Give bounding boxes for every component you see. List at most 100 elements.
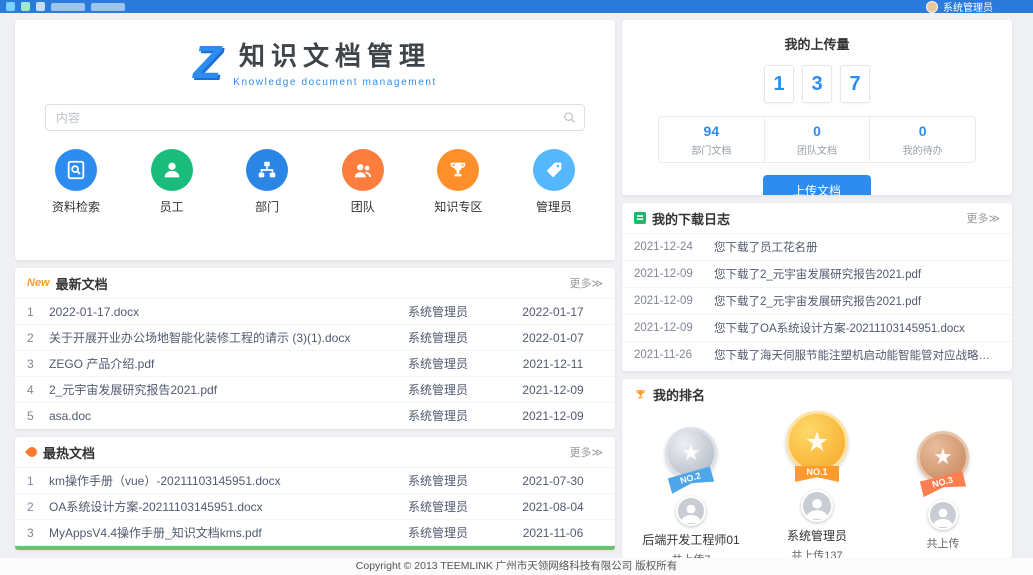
log-text: 您下载了海天伺服节能注塑机启动能智能管对应战略分析.xls [714, 347, 1000, 363]
table-row[interactable]: 1 2022-01-17.docx 系统管理员 2022-01-17 [15, 298, 615, 324]
stat-value: 94 [659, 123, 764, 139]
row-index: 3 [27, 526, 49, 540]
right-column: 我的上传量 1 3 7 94 部门文档 0 团队文档 0 我的待办 [622, 20, 1012, 558]
doc-name[interactable]: asa.doc [49, 409, 373, 423]
trophy-icon [634, 388, 647, 401]
doc-name[interactable]: 2022-01-17.docx [49, 305, 373, 319]
doc-name[interactable]: 2_元宇宙发展研究报告2021.pdf [49, 381, 373, 398]
stat-value: 0 [870, 123, 975, 139]
doc-date: 2022-01-17 [503, 305, 603, 319]
page-title: 知识文档管理 [233, 36, 437, 73]
table-row[interactable]: 2 OA系统设计方案-20211103145951.docx 系统管理员 202… [15, 493, 615, 519]
log-row: 2021-12-24 您下载了员工花名册 [622, 233, 1012, 260]
star-icon: ★ [933, 444, 953, 470]
search-bar [45, 104, 585, 131]
log-text: 您下载了2_元宇宙发展研究报告2021.pdf [714, 266, 1000, 282]
row-index: 1 [27, 305, 49, 319]
quick-nav-team[interactable]: 团队 [330, 149, 396, 215]
avatar [676, 496, 706, 526]
download-log-more-link[interactable]: 更多≫ [966, 210, 1000, 226]
doc-date: 2021-12-09 [503, 383, 603, 397]
table-row[interactable]: 3 ZEGO 产品介绍.pdf 系统管理员 2021-12-11 [15, 350, 615, 376]
doc-name[interactable]: 关于开展开业办公场地智能化装修工程的请示 (3)(1).docx [49, 329, 373, 346]
main-content: Z 知识文档管理 Knowledge document management 资… [0, 13, 1033, 558]
table-row-highlighted[interactable]: 4 2_元宇宙发展研究报告2021.pdf 系统管理员 2021-12-09 [15, 545, 615, 550]
log-row: 2021-12-09 您下载了OA系统设计方案-20211103145951.d… [622, 314, 1012, 341]
rank-entry-no2: ★ NO.2 后端开发工程师01 共上传7 [632, 427, 750, 558]
topbar-app-icon-2[interactable] [21, 2, 30, 11]
latest-docs-title: 最新文档 [56, 274, 108, 293]
rank-user-name: 系统管理员 [758, 527, 876, 544]
quick-nav-admin[interactable]: 管理员 [521, 149, 587, 215]
quick-nav-knowledge-zone[interactable]: 知识专区 [425, 149, 491, 215]
rank-upload-count: 共上传7 [632, 551, 750, 558]
table-row[interactable]: 1 km操作手册（vue）-20211103145951.docx 系统管理员 … [15, 467, 615, 493]
doc-name[interactable]: OA系统设计方案-20211103145951.docx [49, 498, 373, 515]
doc-date: 2021-07-30 [503, 474, 603, 488]
hot-docs-more-link[interactable]: 更多≫ [569, 444, 603, 460]
footer: Copyright © 2013 TEEMLINK 广州市天领网络科技有限公司 … [0, 558, 1033, 575]
doc-owner: 系统管理员 [373, 498, 503, 515]
doc-owner: 系统管理员 [373, 407, 503, 424]
quick-nav-label: 管理员 [521, 198, 587, 215]
quick-nav-label: 知识专区 [425, 198, 491, 215]
topbar-user[interactable]: 系统管理员 [926, 0, 993, 13]
doc-date: 2021-11-06 [503, 526, 603, 540]
table-row[interactable]: 4 2_元宇宙发展研究报告2021.pdf 系统管理员 2021-12-09 [15, 376, 615, 402]
doc-date: 2022-01-07 [503, 331, 603, 345]
quick-nav-employee[interactable]: 员工 [139, 149, 205, 215]
topbar-app-icon-3[interactable] [36, 2, 45, 11]
table-row[interactable]: 2 关于开展开业办公场地智能化装修工程的请示 (3)(1).docx 系统管理员… [15, 324, 615, 350]
search-icon[interactable] [562, 110, 577, 130]
row-index: 2 [27, 331, 49, 345]
hero-panel: Z 知识文档管理 Knowledge document management 资… [15, 20, 615, 260]
star-icon: ★ [805, 427, 829, 458]
team-icon [342, 149, 384, 191]
avatar [928, 500, 958, 530]
trophy-icon [437, 149, 479, 191]
doc-name[interactable]: km操作手册（vue）-20211103145951.docx [49, 472, 373, 489]
row-index: 1 [27, 474, 49, 488]
log-date: 2021-12-09 [634, 322, 714, 334]
upload-panel: 我的上传量 1 3 7 94 部门文档 0 团队文档 0 我的待办 [622, 20, 1012, 195]
download-log-header: 我的下载日志 更多≫ [622, 203, 1012, 233]
hot-docs-panel: 最热文档 更多≫ 1 km操作手册（vue）-20211103145951.do… [15, 437, 615, 550]
hot-docs-header: 最热文档 更多≫ [15, 437, 615, 467]
rank-entry-no3: ★ NO.3 共上传 [884, 431, 1002, 558]
person-icon [151, 149, 193, 191]
quick-nav-label: 部门 [234, 198, 300, 215]
latest-docs-more-link[interactable]: 更多≫ [569, 275, 603, 291]
ranking-title: 我的排名 [653, 385, 705, 404]
doc-date: 2021-12-09 [503, 409, 603, 423]
download-log-title: 我的下载日志 [652, 209, 730, 228]
search-input[interactable] [45, 104, 585, 131]
log-icon [634, 212, 646, 224]
ranking-panel: 我的排名 ★ NO.2 后端开发工程师01 共上传7 ★ NO.1 [622, 379, 1012, 558]
latest-docs-panel: New 最新文档 更多≫ 1 2022-01-17.docx 系统管理员 202… [15, 268, 615, 429]
quick-nav-archive-search[interactable]: 资料检索 [43, 149, 109, 215]
topbar-nav-item[interactable] [51, 3, 85, 11]
log-text: 您下载了员工花名册 [714, 239, 1000, 255]
log-row: 2021-11-26 您下载了海天伺服节能注塑机启动能智能管对应战略分析.xls [622, 341, 1012, 368]
stat-label: 团队文档 [765, 142, 870, 157]
doc-name[interactable]: MyAppsV4.4操作手册_知识文档kms.pdf [49, 524, 373, 541]
doc-date: 2021-12-11 [503, 357, 603, 371]
tag-icon [533, 149, 575, 191]
doc-name[interactable]: ZEGO 产品介绍.pdf [49, 355, 373, 372]
table-row[interactable]: 3 MyAppsV4.4操作手册_知识文档kms.pdf 系统管理员 2021-… [15, 519, 615, 545]
table-row[interactable]: 5 asa.doc 系统管理员 2021-12-09 [15, 402, 615, 428]
quick-nav-department[interactable]: 部门 [234, 149, 300, 215]
quick-nav-label: 员工 [139, 198, 205, 215]
row-index: 4 [27, 383, 49, 397]
quick-nav-label: 资料检索 [43, 198, 109, 215]
log-date: 2021-12-24 [634, 241, 714, 253]
topbar-app-icon[interactable] [6, 2, 15, 11]
logo-icon: Z [193, 39, 221, 85]
star-icon: ★ [681, 440, 701, 466]
topbar-nav-item-2[interactable] [91, 3, 125, 11]
log-text: 您下载了2_元宇宙发展研究报告2021.pdf [714, 293, 1000, 309]
avatar [801, 490, 833, 522]
row-index: 2 [27, 500, 49, 514]
upload-doc-button[interactable]: 上传文档 [763, 175, 871, 195]
upload-panel-title: 我的上传量 [622, 20, 1012, 53]
